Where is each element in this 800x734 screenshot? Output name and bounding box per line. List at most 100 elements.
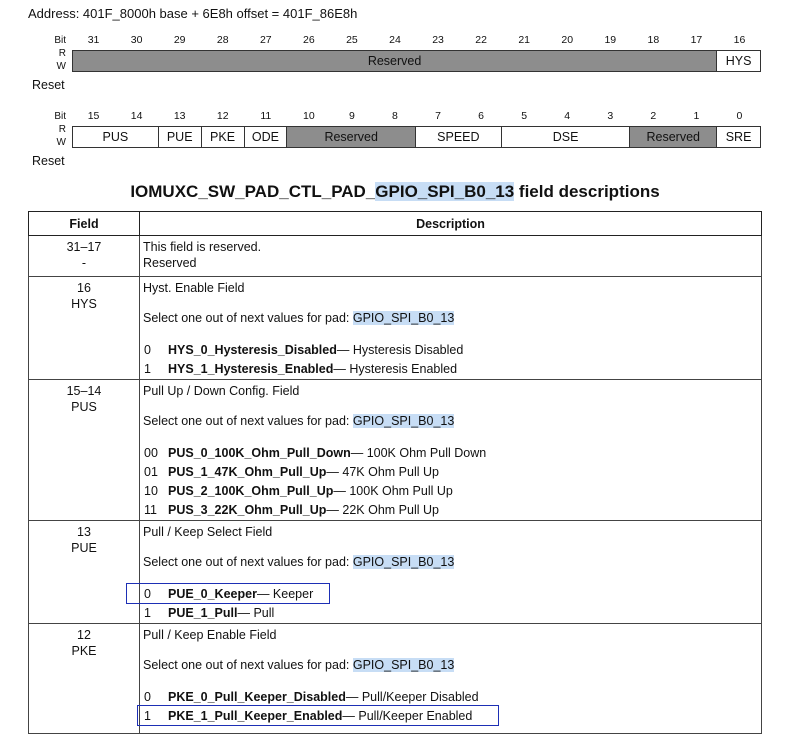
field-name: PUE (71, 541, 97, 555)
reset-label: Reset (32, 154, 65, 168)
field-cell: 16 HYS (28, 276, 140, 380)
pad-name: GPIO_SPI_B0_13 (352, 311, 455, 325)
value-name: PKE_1_Pull_Keeper_Enabled (168, 708, 343, 723)
bit-number: 15 (87, 110, 100, 122)
value-row: 0 HYS_0_Hysteresis_Disabled — Hysteresis … (143, 340, 758, 359)
bit-number: 19 (604, 34, 617, 46)
field-cell: 15–14 PUS (28, 379, 140, 521)
read-label: R (58, 48, 66, 59)
field-name: - (81, 256, 87, 270)
description-title: Pull / Keep Enable Field (143, 628, 277, 642)
value-row: 10 PUS_2_100K_Ohm_Pull_Up — 100K Ohm Pull… (143, 481, 758, 500)
field-descriptions-table: Field Description 31–17 - This field is … (28, 211, 762, 734)
field-cell: 12 PKE (28, 623, 140, 734)
bit-number: 14 (130, 110, 143, 122)
bit-number: 6 (478, 110, 485, 122)
bit-number: 26 (303, 34, 315, 46)
field-bits: 16 (77, 281, 91, 295)
bit-number: 1 (693, 110, 700, 122)
description-cell: Pull Up / Down Config. Field Select one … (139, 379, 762, 521)
table-title: IOMUXC_SW_PAD_CTL_PAD_GPIO_SPI_B0_13 fie… (0, 182, 790, 202)
bit-number: 10 (303, 110, 315, 122)
bit-label: Bit (54, 35, 66, 46)
description-title: Pull Up / Down Config. Field (143, 384, 300, 398)
table-row: 31–17 - This field is reserved. Reserved (28, 235, 762, 277)
field-pke: PKE (202, 127, 245, 147)
bit-number: 4 (564, 110, 571, 122)
field-reserved: Reserved (287, 127, 416, 147)
field-ode: ODE (245, 127, 288, 147)
bit-number: 3 (607, 110, 614, 122)
value-code: 0 (144, 342, 151, 357)
value-name: PUE_0_Keeper (168, 586, 257, 601)
register-diagram-lower: PUS PUE PKE ODE Reserved SPEED DSE Reser… (72, 126, 761, 148)
bit-number: 25 (346, 34, 358, 46)
bit-number: 21 (518, 34, 530, 46)
description-cell: Hyst. Enable Field Select one out of nex… (139, 276, 762, 380)
value-desc: — 22K Ohm Pull Up (326, 502, 439, 517)
value-name: HYS_1_Hysteresis_Enabled (168, 361, 334, 376)
table-row: 15–14 PUS Pull Up / Down Config. Field S… (28, 379, 762, 521)
pad-name: GPIO_SPI_B0_13 (352, 658, 455, 672)
value-desc: — Hysteresis Disabled (336, 342, 464, 357)
select-prefix: Select one out of next values for pad: (143, 311, 353, 325)
value-code: 10 (144, 483, 158, 498)
bit-number: 17 (690, 34, 703, 46)
pad-name: GPIO_SPI_B0_13 (352, 555, 455, 569)
field-sre: SRE (725, 130, 752, 144)
bit-number: 30 (130, 34, 143, 46)
value-code: 11 (144, 502, 157, 517)
field-name: PKE (71, 644, 97, 658)
bit-label: Bit (54, 111, 66, 122)
value-row-highlighted: 0 PUE_0_Keeper — Keeper (126, 583, 330, 604)
select-line: Select one out of next values for pad: G… (143, 310, 758, 326)
value-code: 0 (144, 689, 151, 704)
field-speed: SPEED (416, 127, 502, 147)
field-reserved: Reserved (630, 127, 718, 147)
value-desc: — 100K Ohm Pull Up (333, 483, 453, 498)
bit-number: 13 (173, 110, 186, 122)
value-desc: — Keeper (256, 586, 314, 601)
field-hys: HYS (725, 54, 752, 68)
bit-number: 18 (647, 34, 660, 46)
bit-number: 2 (650, 110, 657, 122)
field-cell: 31–17 - (28, 235, 140, 277)
table-row: 13 PUE Pull / Keep Select Field Select o… (28, 520, 762, 624)
register-address: Address: 401F_8000h base + 6E8h offset =… (28, 6, 358, 21)
table-title-prefix: IOMUXC_SW_PAD_CTL_PAD_ (130, 182, 376, 201)
value-name: PUE_1_Pull (168, 605, 238, 620)
field-reserved: Reserved (73, 51, 718, 71)
description-cell: Pull / Keep Select Field Select one out … (126, 520, 762, 624)
description-title: Pull / Keep Select Field (143, 525, 273, 539)
value-code: 1 (144, 361, 151, 376)
bit-number: 9 (348, 110, 355, 122)
value-desc: — Hysteresis Enabled (333, 361, 458, 376)
value-row: 1 HYS_1_Hysteresis_Enabled — Hysteresis E… (143, 359, 758, 378)
table-title-suffix: field descriptions (514, 182, 660, 201)
header-description: Description (139, 211, 762, 236)
value-row: 00 PUS_0_100K_Ohm_Pull_Down — 100K Ohm Pu… (143, 443, 758, 462)
value-row: 1 PUE_1_Pull — Pull (143, 603, 758, 622)
value-name: PUS_1_47K_Ohm_Pull_Up (168, 464, 327, 479)
write-label: W (56, 137, 66, 148)
value-name: HYS_0_Hysteresis_Disabled (168, 342, 337, 357)
value-code: 1 (144, 708, 151, 723)
bit-number: 27 (259, 34, 272, 46)
value-name: PUS_2_100K_Ohm_Pull_Up (168, 483, 334, 498)
value-name: PUS_3_22K_Ohm_Pull_Up (168, 502, 327, 517)
register-diagram-upper: Reserved HYS (72, 50, 761, 72)
read-label: R (58, 124, 66, 135)
bit-number: 5 (521, 110, 528, 122)
select-prefix: Select one out of next values for pad: (143, 555, 353, 569)
field-bits: 31–17 (66, 240, 102, 254)
description-extra: Reserved (143, 256, 197, 270)
value-desc: — 100K Ohm Pull Down (350, 445, 487, 460)
value-row-highlighted: 1 PKE_1_Pull_Keeper_Enabled — Pull/Keeper… (137, 705, 499, 726)
value-desc: — Pull/Keeper Disabled (345, 689, 479, 704)
field-bits: 12 (77, 628, 91, 642)
select-prefix: Select one out of next values for pad: (143, 414, 353, 428)
bit-number: 20 (561, 34, 574, 46)
description-cell: Pull / Keep Enable Field Select one out … (137, 623, 762, 734)
field-name: PUS (71, 400, 97, 414)
bit-number: 8 (392, 110, 398, 122)
